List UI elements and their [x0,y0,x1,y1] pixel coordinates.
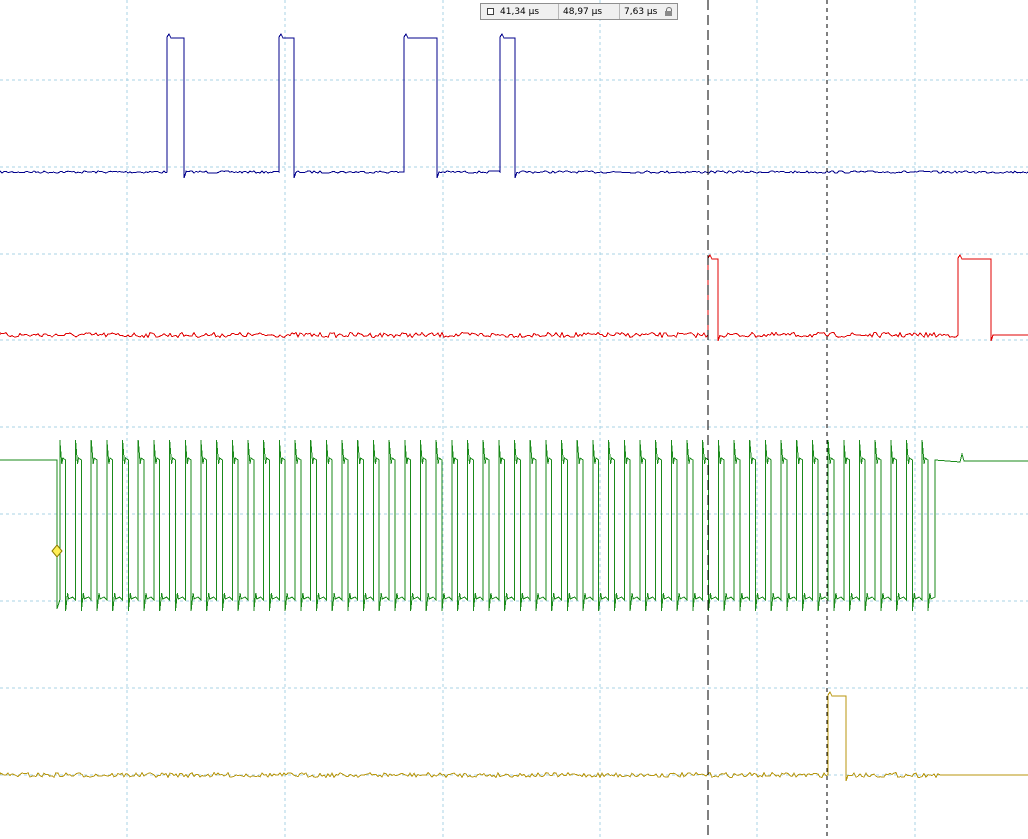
trigger-marker-icon[interactable] [51,544,63,558]
channel-4-trace [0,691,1028,782]
oscilloscope-display[interactable] [0,0,1028,839]
channel-1-trace [0,33,1028,179]
channel-2-trace [0,254,1028,342]
cursor-delta-value: 7,63 µs [619,4,665,19]
cursor-measurement-box: 41,34 µs 48,97 µs 7,63 µs [480,3,678,20]
checkbox-icon[interactable] [487,8,494,15]
channel-3-trace [0,439,1028,612]
grid [0,0,1028,839]
cursor-b-value: 48,97 µs [558,4,619,19]
lock-icon[interactable] [665,7,673,16]
cursor-a-value: 41,34 µs [500,6,540,17]
